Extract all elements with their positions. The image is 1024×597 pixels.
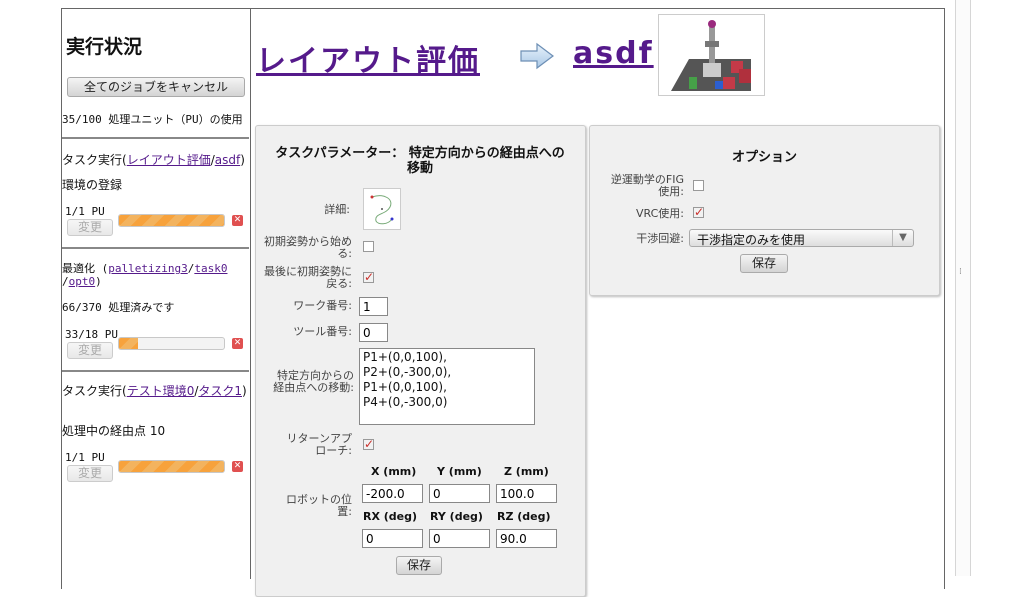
job-2-cancel-icon[interactable]: ✕ (232, 338, 243, 349)
task-panel-title: タスクパラメーター： 特定方向からの経由点への移動 (275, 146, 565, 176)
job-2-heading: 最適化 (palletizing3/task0/opt0) (62, 262, 228, 288)
collision-avoid-select[interactable]: 干渉指定のみを使用 ▼ (689, 229, 914, 247)
tool-number-input[interactable] (359, 323, 388, 342)
col-rx-header: RX (deg) (363, 510, 418, 523)
job-1-status: 環境の登録 (62, 178, 123, 192)
collision-avoid-label: 干渉回避: (636, 232, 684, 245)
divider (62, 137, 249, 139)
detail-preview-button[interactable] (363, 188, 401, 230)
splitter-grip-icon[interactable]: ⁞ (959, 268, 962, 277)
start-init-checkbox[interactable] (363, 241, 374, 252)
work-label: ワーク番号: (293, 299, 352, 312)
right-arrow-icon (520, 42, 554, 70)
job-2-change-button[interactable]: 変更 (67, 342, 113, 359)
job-1-link-layout[interactable]: レイアウト評価 (127, 153, 211, 167)
job-3-change-button[interactable]: 変更 (67, 465, 113, 482)
job-3-link-task1[interactable]: タスク1 (198, 384, 242, 398)
job-2-status: 66/370 処理済みです (62, 301, 175, 314)
sidebar-title: 実行状況 (66, 36, 143, 58)
column-divider (250, 9, 251, 579)
job-2-link-opt0[interactable]: opt0 (69, 275, 96, 288)
job-3-status: 処理中の経由点 10 (62, 424, 166, 438)
vrc-label: VRC使用: (635, 207, 684, 220)
collision-avoid-value: 干渉指定のみを使用 (697, 233, 806, 247)
pos-ry-input[interactable] (429, 529, 490, 548)
chevron-down-icon: ▼ (892, 230, 913, 246)
scrollbar[interactable] (955, 0, 971, 576)
col-y-header: Y (mm) (437, 465, 482, 478)
target-title-link[interactable]: asdf (573, 36, 654, 71)
task-save-button[interactable]: 保存 (396, 556, 442, 575)
start-init-label: 初期姿勢から始める: (264, 235, 352, 260)
page-title-link[interactable]: レイアウト評価 (256, 36, 480, 80)
ik-fig-label: 逆運動学のFIG使用: (610, 173, 684, 198)
job-1-heading: タスク実行(レイアウト評価/asdf) (62, 153, 245, 167)
pos-rx-input[interactable] (362, 529, 423, 548)
robot-position-label: ロボットの位置: (286, 493, 352, 518)
job-3-heading: タスク実行(テスト環境0/タスク1) (62, 384, 247, 398)
moves-textarea[interactable]: P1+(0,0,100), P2+(0,-300,0), P1+(0,0,100… (359, 348, 535, 425)
job-2-progress-fill (119, 338, 138, 349)
col-z-header: Z (mm) (504, 465, 549, 478)
return-approach-label: リターンアプローチ: (286, 432, 352, 457)
divider (62, 370, 249, 372)
detail-label: 詳細: (324, 203, 350, 216)
scene-thumbnail[interactable] (658, 14, 765, 96)
pos-z-input[interactable] (496, 484, 557, 503)
job-1-progress-bar (118, 214, 225, 227)
ik-fig-checkbox[interactable] (693, 180, 704, 191)
options-save-button[interactable]: 保存 (740, 254, 788, 273)
col-rz-header: RZ (deg) (497, 510, 551, 523)
job-1-link-asdf[interactable]: asdf (215, 153, 240, 167)
job-1-progress-fill (119, 215, 224, 226)
job-3-cancel-icon[interactable]: ✕ (232, 461, 243, 472)
job-2-progress-bar (118, 337, 225, 350)
pos-rz-input[interactable] (496, 529, 557, 548)
job-1-change-button[interactable]: 変更 (67, 219, 113, 236)
job-2-link-task0[interactable]: task0 (194, 262, 227, 275)
cancel-all-jobs-button[interactable]: 全てのジョブをキャンセル (67, 77, 245, 97)
col-ry-header: RY (deg) (430, 510, 483, 523)
job-3-progress-fill (119, 461, 224, 472)
pos-x-input[interactable] (362, 484, 423, 503)
robot-scene-icon (671, 20, 751, 91)
return-init-checkbox[interactable] (363, 270, 374, 284)
work-number-input[interactable] (359, 297, 388, 316)
job-2-link-palletizing3[interactable]: palletizing3 (108, 262, 187, 275)
path-preview-icon (370, 195, 394, 225)
col-x-header: X (mm) (371, 465, 417, 478)
tool-label: ツール番号: (293, 325, 352, 338)
job-3-link-test-env[interactable]: テスト環境0 (127, 384, 195, 398)
return-init-label: 最後に初期姿勢に戻る: (264, 265, 352, 290)
job-3-pu: 1/1 PU (65, 451, 105, 464)
job-1-cancel-icon[interactable]: ✕ (232, 215, 243, 226)
options-title: オプション (731, 150, 797, 165)
pu-usage-text: 35/100 処理ユニット（PU）の使用 (62, 113, 243, 126)
divider (62, 247, 249, 249)
vrc-checkbox[interactable] (693, 205, 704, 219)
job-2-pu: 33/18 PU (65, 328, 118, 341)
job-3-progress-bar (118, 460, 225, 473)
return-approach-checkbox[interactable] (363, 437, 374, 451)
moves-label: 特定方向からの経由点への移動: (273, 369, 354, 394)
pos-y-input[interactable] (429, 484, 490, 503)
job-1-pu: 1/1 PU (65, 205, 105, 218)
